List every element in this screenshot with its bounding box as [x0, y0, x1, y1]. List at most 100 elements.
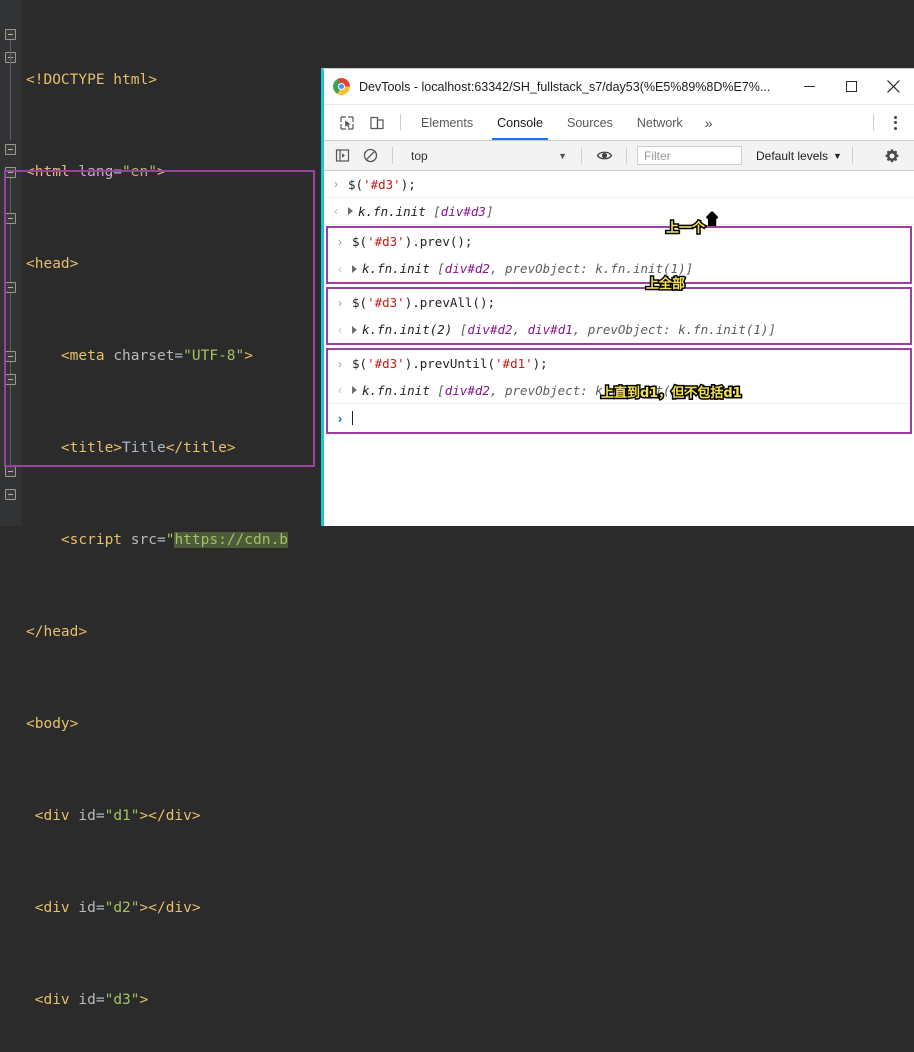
console-output-line[interactable]: ‹ k.fn.init [div#d2, prevObject: k.fn.in…	[328, 255, 910, 282]
console-group-prevall[interactable]: › $('#d3').prevAll(); ‹ k.fn.init(2) [di…	[326, 287, 912, 345]
tab-network[interactable]: Network	[625, 105, 695, 140]
fold-marker-body-end[interactable]	[5, 466, 16, 477]
editor-code-area[interactable]: <!DOCTYPE html> <html lang="en"> <head> …	[22, 0, 322, 1052]
tab-elements[interactable]: Elements	[409, 105, 485, 140]
annotation-prevall-text: 上全部	[646, 277, 686, 292]
console-prompt[interactable]: ›	[328, 404, 910, 432]
code-line[interactable]: <body>	[22, 713, 322, 736]
console-input-line[interactable]: › $('#d3').prev();	[328, 228, 910, 255]
chrome-logo-icon	[333, 78, 350, 95]
maximize-button[interactable]	[830, 69, 872, 105]
fold-marker-d3-end[interactable]	[5, 374, 16, 385]
console-sidebar-icon[interactable]	[328, 142, 356, 170]
devtools-tab-bar[interactable]: Elements Console Sources Network »	[324, 105, 914, 141]
expand-triangle-icon[interactable]	[352, 386, 357, 394]
output-marker-icon: ‹	[338, 322, 342, 337]
more-tabs-icon[interactable]: »	[695, 115, 721, 131]
editor-gutter[interactable]	[0, 0, 22, 526]
execution-context-value: top	[411, 148, 428, 163]
code-line[interactable]: <!DOCTYPE html>	[22, 69, 322, 92]
window-controls[interactable]	[788, 69, 914, 105]
fold-marker-head-end[interactable]	[5, 144, 16, 155]
execution-context-select[interactable]: top ▼	[405, 146, 573, 166]
console-output-area[interactable]: › $('#d3'); ‹ k.fn.init [div#d3] › $('#d…	[324, 171, 914, 526]
console-output-line[interactable]: ‹ k.fn.init(2) [div#d2, div#d1, prevObje…	[328, 316, 910, 343]
close-button[interactable]	[872, 69, 914, 105]
console-group[interactable]: › $('#d3'); ‹ k.fn.init [div#d3]	[324, 171, 914, 225]
log-levels-select[interactable]: Default levels ▼	[756, 149, 842, 163]
code-line[interactable]: <div id="d1"></div>	[22, 805, 322, 828]
console-input-line[interactable]: › $('#d3');	[324, 171, 914, 198]
output-marker-icon: ‹	[338, 383, 342, 397]
console-input-text: $('#d3').prevAll();	[352, 295, 496, 310]
code-line[interactable]: <meta charset="UTF-8">	[22, 345, 322, 368]
console-output-line[interactable]: ‹ k.fn.init [div#d3]	[324, 198, 914, 225]
code-line[interactable]: <div id="d3">	[22, 989, 322, 1012]
output-marker-icon: ‹	[334, 204, 338, 218]
minimize-button[interactable]	[788, 69, 830, 105]
console-toolbar[interactable]: top ▼ Filter Default levels ▼	[324, 141, 914, 171]
fold-marker-body[interactable]	[5, 167, 16, 178]
annotation-arrow-up-icon: ⤊	[704, 209, 720, 231]
devtools-title-bar[interactable]: DevTools - localhost:63342/SH_fullstack_…	[324, 69, 914, 105]
window-title: DevTools - localhost:63342/SH_fullstack_…	[359, 79, 771, 94]
output-marker-icon: ‹	[338, 261, 342, 276]
console-input-line[interactable]: › $('#d3').prevAll();	[328, 289, 910, 316]
log-levels-label: Default levels	[756, 148, 829, 163]
tab-label: Sources	[566, 115, 613, 130]
fold-marker-html[interactable]	[5, 29, 16, 40]
fold-connector-line	[10, 40, 11, 140]
chevron-down-icon: ▼	[558, 150, 567, 161]
annotation-prev-text: 上一个	[666, 221, 706, 236]
chevron-down-icon: ▼	[833, 150, 842, 161]
tab-label: Network	[636, 115, 683, 130]
input-marker-icon: ›	[334, 177, 338, 191]
annotation-prevuntil-text: 上直到d1，但不包括d1	[601, 386, 742, 401]
console-toolbar-divider-2	[581, 147, 582, 164]
code-line[interactable]: </head>	[22, 621, 322, 644]
tab-label: Console	[497, 115, 543, 130]
fold-marker-d3[interactable]	[5, 213, 16, 224]
device-toolbar-icon[interactable]	[362, 110, 392, 136]
fold-marker-html-end[interactable]	[5, 489, 16, 500]
console-group-prev[interactable]: › $('#d3').prev(); ‹ k.fn.init [div#d2, …	[326, 226, 912, 284]
input-marker-icon: ›	[338, 295, 342, 310]
code-line[interactable]: <html lang="en">	[22, 161, 322, 184]
console-toolbar-divider-1	[392, 147, 393, 164]
filter-placeholder: Filter	[644, 148, 671, 163]
console-output-text[interactable]: k.fn.init(2) [div#d2, div#d1, prevObject…	[352, 322, 910, 337]
inspect-element-icon[interactable]	[332, 110, 362, 136]
annotation-prevall: 上全部 上全部	[644, 273, 686, 294]
settings-gear-icon[interactable]	[878, 142, 906, 170]
code-line[interactable]: <title>Title</title>	[22, 437, 322, 460]
fold-marker-d7[interactable]	[5, 282, 16, 293]
annotation-prevuntil: 上直到d1，但不包括d1 上直到d1，但不包括d1	[600, 382, 744, 403]
fold-marker-d7-end[interactable]	[5, 351, 16, 362]
console-input-line[interactable]: › $('#d3').prevUntil('#d1');	[328, 350, 910, 377]
expand-triangle-icon[interactable]	[352, 325, 357, 334]
tab-console[interactable]: Console	[485, 105, 555, 140]
clear-console-icon[interactable]	[356, 142, 384, 170]
prompt-marker-icon: ›	[337, 410, 343, 426]
tab-label: Elements	[421, 115, 474, 130]
filter-input[interactable]: Filter	[637, 146, 742, 165]
annotation-prev: 上一个 上一个	[664, 217, 706, 238]
console-toolbar-divider-3	[626, 147, 627, 164]
expand-triangle-icon[interactable]	[352, 264, 357, 273]
code-line[interactable]: <head>	[22, 253, 322, 276]
console-input-text: $('#d3').prev();	[352, 234, 473, 249]
more-options-icon[interactable]	[882, 110, 908, 136]
code-line[interactable]: <script src="https://cdn.b	[22, 529, 322, 552]
devtools-window[interactable]: DevTools - localhost:63342/SH_fullstack_…	[321, 68, 914, 526]
tab-sources[interactable]: Sources	[555, 105, 625, 140]
text-caret	[352, 411, 353, 425]
console-output-text[interactable]: k.fn.init [div#d3]	[348, 204, 914, 219]
console-output-text[interactable]: k.fn.init [div#d2, prevObject: k.fn.init…	[352, 261, 910, 276]
code-line[interactable]: <div id="d2"></div>	[22, 897, 322, 920]
console-toolbar-divider-4	[851, 147, 853, 164]
input-marker-icon: ›	[338, 356, 342, 371]
console-input-text: $('#d3');	[348, 176, 416, 192]
live-expression-icon[interactable]	[590, 142, 618, 170]
tab-bar-right-group[interactable]	[865, 110, 914, 136]
expand-triangle-icon[interactable]	[348, 207, 353, 215]
